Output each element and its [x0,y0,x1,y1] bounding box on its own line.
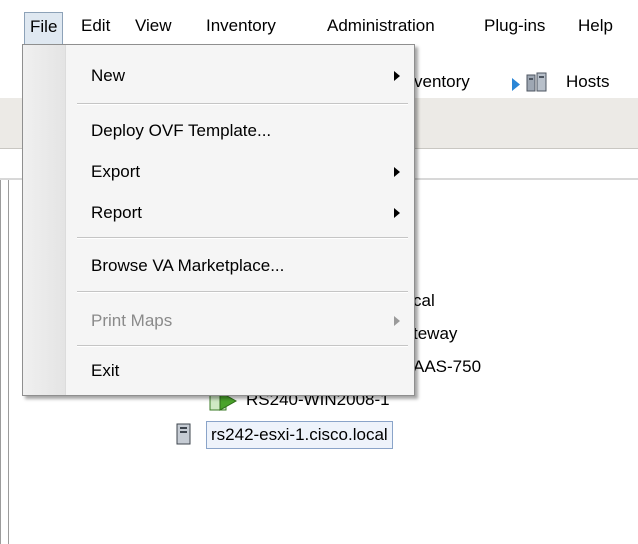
menu-item-deploy-ovf[interactable]: Deploy OVF Template... [23,115,414,147]
menu-item-new[interactable]: New [23,60,414,92]
menu-separator [77,291,408,293]
menu-item-print-maps: Print Maps [23,305,414,337]
submenu-arrow-icon [394,316,400,326]
tree-item-host-selected[interactable]: rs242-esxi-1.cisco.local [206,421,393,449]
host-icon [176,423,191,445]
menu-item-exit-label: Exit [91,361,120,380]
submenu-arrow-icon [394,167,400,177]
menu-edit[interactable]: Edit [75,13,116,39]
hosts-clusters-icon [526,72,547,92]
menu-item-report-label: Report [91,203,143,222]
menu-item-deploy-ovf-label: Deploy OVF Template... [91,121,272,140]
tree-item-partial-3[interactable]: AAS-750 [413,357,481,377]
menu-plugins[interactable]: Plug-ins [478,13,551,39]
menu-item-export[interactable]: Export [23,156,414,188]
breadcrumb-inventory[interactable]: ventory [414,72,470,92]
tree-item-partial-1[interactable]: cal [413,291,435,311]
menu-inventory[interactable]: Inventory [200,13,282,39]
submenu-arrow-icon [394,71,400,81]
menu-item-print-maps-label: Print Maps [91,311,173,330]
menu-separator [77,103,408,105]
menu-bar: File Edit View Inventory Administration … [0,0,638,45]
menu-separator [77,237,408,239]
menu-item-export-label: Export [91,162,141,181]
menu-administration[interactable]: Administration [321,13,441,39]
menu-item-browse-va-label: Browse VA Marketplace... [91,256,285,275]
inventory-panel-border [0,180,9,544]
tree-item-partial-2[interactable]: teway [413,324,457,344]
menu-help[interactable]: Help [572,13,619,39]
menu-item-new-label: New [91,66,126,85]
menu-item-browse-va[interactable]: Browse VA Marketplace... [23,250,414,282]
menu-file[interactable]: File [24,12,64,45]
breadcrumb-arrow-icon [512,78,520,91]
submenu-arrow-icon [394,208,400,218]
menu-item-report[interactable]: Report [23,197,414,229]
menu-item-exit[interactable]: Exit [23,355,414,387]
file-menu-dropdown: New Deploy OVF Template... Export Report… [22,44,415,396]
menu-view[interactable]: View [129,13,178,39]
menu-separator [77,345,408,347]
breadcrumb-hosts[interactable]: Hosts [566,72,609,92]
